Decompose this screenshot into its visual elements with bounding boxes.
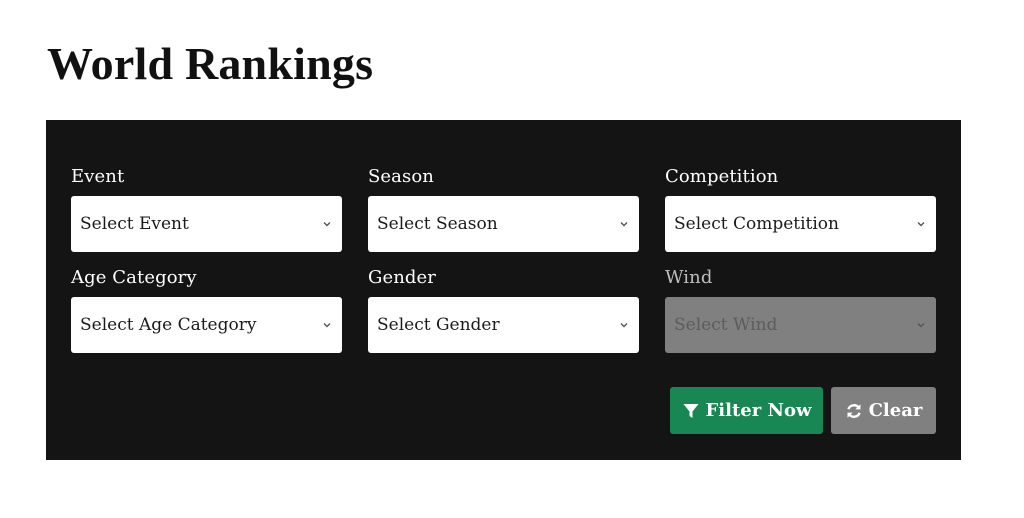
chevron-down-icon [917,321,925,329]
season-field: Season Select Season [368,166,639,252]
age-category-select[interactable]: Select Age Category [71,297,342,353]
chevron-down-icon [323,321,331,329]
wind-field: Wind Select Wind [665,267,936,353]
age-category-select-value: Select Age Category [80,315,257,335]
cut-off-content [46,509,206,518]
clear-label: Clear [868,400,923,421]
season-select[interactable]: Select Season [368,196,639,252]
competition-label: Competition [665,166,779,187]
chevron-down-icon [323,220,331,228]
age-category-label: Age Category [71,267,197,288]
gender-select[interactable]: Select Gender [368,297,639,353]
filter-now-label: Filter Now [705,400,812,421]
filter-icon [682,402,700,420]
filter-now-button[interactable]: Filter Now [670,387,823,434]
wind-select-value: Select Wind [674,315,778,335]
gender-field: Gender Select Gender [368,267,639,353]
chevron-down-icon [917,220,925,228]
event-field: Event Select Event [71,166,342,252]
wind-label: Wind [665,267,713,288]
competition-select-value: Select Competition [674,214,839,234]
season-select-value: Select Season [377,214,498,234]
event-select-value: Select Event [80,214,189,234]
competition-select[interactable]: Select Competition [665,196,936,252]
chevron-down-icon [620,220,628,228]
event-label: Event [71,166,125,187]
refresh-icon [845,402,863,420]
season-label: Season [368,166,434,187]
filter-panel: Event Select Event Season Select Season … [46,120,961,460]
gender-select-value: Select Gender [377,315,500,335]
clear-button[interactable]: Clear [831,387,936,434]
wind-select: Select Wind [665,297,936,353]
chevron-down-icon [620,321,628,329]
age-category-field: Age Category Select Age Category [71,267,342,353]
gender-label: Gender [368,267,437,288]
page-title: World Rankings [47,38,374,89]
competition-field: Competition Select Competition [665,166,936,252]
event-select[interactable]: Select Event [71,196,342,252]
